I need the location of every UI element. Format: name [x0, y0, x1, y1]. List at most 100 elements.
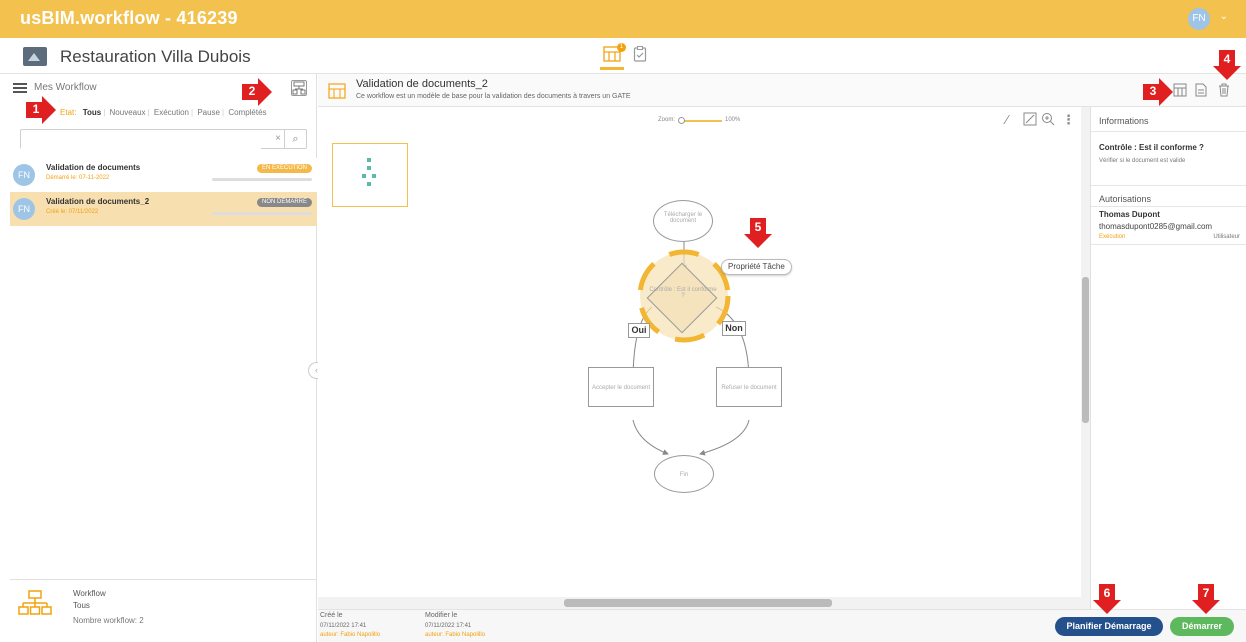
image-icon	[23, 47, 47, 66]
decision-node-label: Contrôle : Est il conforme ?	[649, 287, 717, 299]
workflow-add-icon	[292, 81, 306, 95]
clear-icon[interactable]: ×	[275, 133, 281, 144]
progress-bar	[212, 178, 312, 181]
accept-node[interactable]: Accepter le document	[588, 367, 654, 407]
workflow-title: Validation de documents_2	[356, 78, 488, 90]
workflow-icon	[18, 590, 52, 615]
trash-icon[interactable]	[1217, 83, 1231, 97]
footer-count: Nombre workflow: 2	[73, 616, 144, 625]
divider	[1091, 185, 1246, 186]
callout-number-2: 2	[248, 84, 256, 98]
progress-bar	[212, 212, 312, 215]
avatar: FN	[13, 198, 35, 220]
end-node[interactable]: Fin	[654, 455, 714, 493]
avatar: FN	[13, 164, 35, 186]
auth-role: Utilisateur	[1213, 234, 1240, 240]
sidebar-footer: Workflow Tous Nombre workflow: 2	[10, 579, 317, 642]
filter-row: Etat: Tous | Nouveaux | Exécution | Pause | …	[60, 108, 268, 117]
zoom-label: Zoom:	[658, 117, 676, 123]
filter-all[interactable]: Tous	[81, 108, 104, 117]
tab-badge: 1	[617, 43, 626, 52]
footer-filter: Tous	[73, 601, 90, 610]
new-workflow-icon[interactable]	[291, 80, 307, 96]
modified-date: 07/11/2022 17:41	[425, 623, 472, 629]
workflow-list-item[interactable]: FN Validation de documents_2 Créé le: 07…	[10, 192, 317, 226]
workflow-date: Créé le: 07/11/2022	[46, 209, 99, 215]
workflow-name: Validation de documents	[46, 163, 141, 172]
bottom-bar: Créé le 07/11/2022 17:41 auteur: Fabio N…	[318, 609, 1246, 642]
zoom-value: 100%	[725, 117, 741, 123]
more-options-icon[interactable]: ⋮	[1062, 112, 1075, 128]
created-label: Créé le	[320, 612, 343, 619]
task-name: Contrôle : Est il conforme ?	[1099, 143, 1204, 152]
filter-paused[interactable]: Pause	[195, 108, 222, 117]
filter-new[interactable]: Nouveaux	[108, 108, 148, 117]
workflow-settings-icon[interactable]	[1173, 83, 1187, 97]
zoom-slider-handle[interactable]	[678, 117, 685, 124]
auth-user-name: Thomas Dupont	[1099, 210, 1160, 219]
scrollbar-thumb[interactable]	[1082, 277, 1089, 423]
scrollbar-thumb[interactable]	[564, 599, 832, 607]
status-badge: EN EXÉCUTION	[256, 164, 312, 173]
tab-checklist[interactable]	[628, 46, 652, 66]
project-bar: Restauration Villa Dubois 1	[0, 38, 1246, 74]
workflow-canvas[interactable]: Zoom: 100% ⁄ ⋮ Télécharger le document C…	[318, 107, 1086, 609]
modified-label: Modifier le	[425, 612, 458, 619]
task-description: Vérifier si le document est valide	[1099, 158, 1186, 164]
workflow-description: Ce workflow est un modèle de base pour l…	[356, 93, 631, 100]
task-property-tag[interactable]: Propriété Tâche	[721, 259, 792, 275]
detail-header: Validation de documents_2 Ce workflow es…	[318, 74, 1246, 107]
project-title: Restauration Villa Dubois	[60, 47, 251, 66]
hamburger-menu-icon[interactable]	[13, 83, 27, 93]
start-node[interactable]: Télécharger le document	[653, 200, 713, 242]
workflow-icon	[328, 83, 346, 99]
callout-number-4: 4	[1223, 52, 1231, 66]
schedule-start-button[interactable]: Planifier Démarrage	[1055, 617, 1163, 636]
minimap[interactable]	[332, 143, 408, 207]
horizontal-scrollbar[interactable]	[318, 597, 1081, 609]
start-button[interactable]: Démarrer	[1170, 617, 1234, 636]
minimap-preview	[362, 158, 376, 186]
app-title: usBIM.workflow - 416239	[20, 8, 238, 28]
sidebar-title: Mes Workflow	[34, 82, 97, 93]
divider	[1091, 206, 1246, 207]
footer-label: Workflow	[73, 589, 106, 598]
callout-number-6: 6	[1103, 586, 1111, 600]
magic-wand-icon[interactable]: ⁄	[1006, 112, 1008, 127]
search-input[interactable]	[21, 131, 261, 149]
report-icon[interactable]	[1194, 83, 1208, 97]
divider	[1091, 244, 1246, 245]
workflow-sidebar: Mes Workflow Etat: Tous | Nouveaux | Exécu…	[10, 74, 317, 642]
zoom-in-icon[interactable]	[1041, 112, 1055, 129]
auth-state: Exécution	[1099, 234, 1126, 240]
chevron-down-icon[interactable]: ⌄	[1220, 11, 1228, 22]
search-icon[interactable]: ⌕	[284, 130, 306, 148]
filter-completed[interactable]: Complétés	[226, 108, 268, 117]
search-box: × ⌕	[20, 129, 307, 149]
user-avatar[interactable]: FN	[1188, 8, 1210, 30]
callout-number-1: 1	[32, 102, 40, 116]
fit-to-screen-icon[interactable]	[1023, 112, 1037, 129]
callout-number-3: 3	[1149, 84, 1157, 98]
authorizations-title: Autorisations	[1099, 194, 1152, 204]
clipboard-tab-icon	[633, 46, 647, 62]
no-label: Non	[722, 321, 746, 336]
workflow-list-item[interactable]: FN Validation de documents Démarré le: 0…	[10, 158, 317, 192]
workflow-date: Démarré le: 07-11-2022	[46, 175, 110, 181]
filter-state-label: Etat:	[60, 108, 77, 117]
vertical-scrollbar[interactable]	[1081, 107, 1090, 609]
zoom-slider[interactable]	[680, 120, 722, 122]
created-date: 07/11/2022 17:41	[320, 623, 367, 629]
yes-label: Oui	[628, 323, 650, 338]
tab-workflow[interactable]: 1	[600, 43, 626, 70]
info-title: Informations	[1099, 116, 1149, 126]
created-author: auteur: Fabio Napolillo	[320, 632, 381, 638]
info-panel: Informations Contrôle : Est il conforme …	[1090, 107, 1246, 609]
workflow-name: Validation de documents_2	[46, 197, 150, 206]
auth-user-email: thomasdupont0285@gmail.com	[1099, 222, 1213, 231]
reject-node[interactable]: Refuser le document	[716, 367, 782, 407]
callout-number-7: 7	[1202, 586, 1210, 600]
callout-number-5: 5	[754, 220, 762, 234]
app-bar: usBIM.workflow - 416239 FN ⌄	[0, 0, 1246, 38]
filter-running[interactable]: Exécution	[152, 108, 191, 117]
